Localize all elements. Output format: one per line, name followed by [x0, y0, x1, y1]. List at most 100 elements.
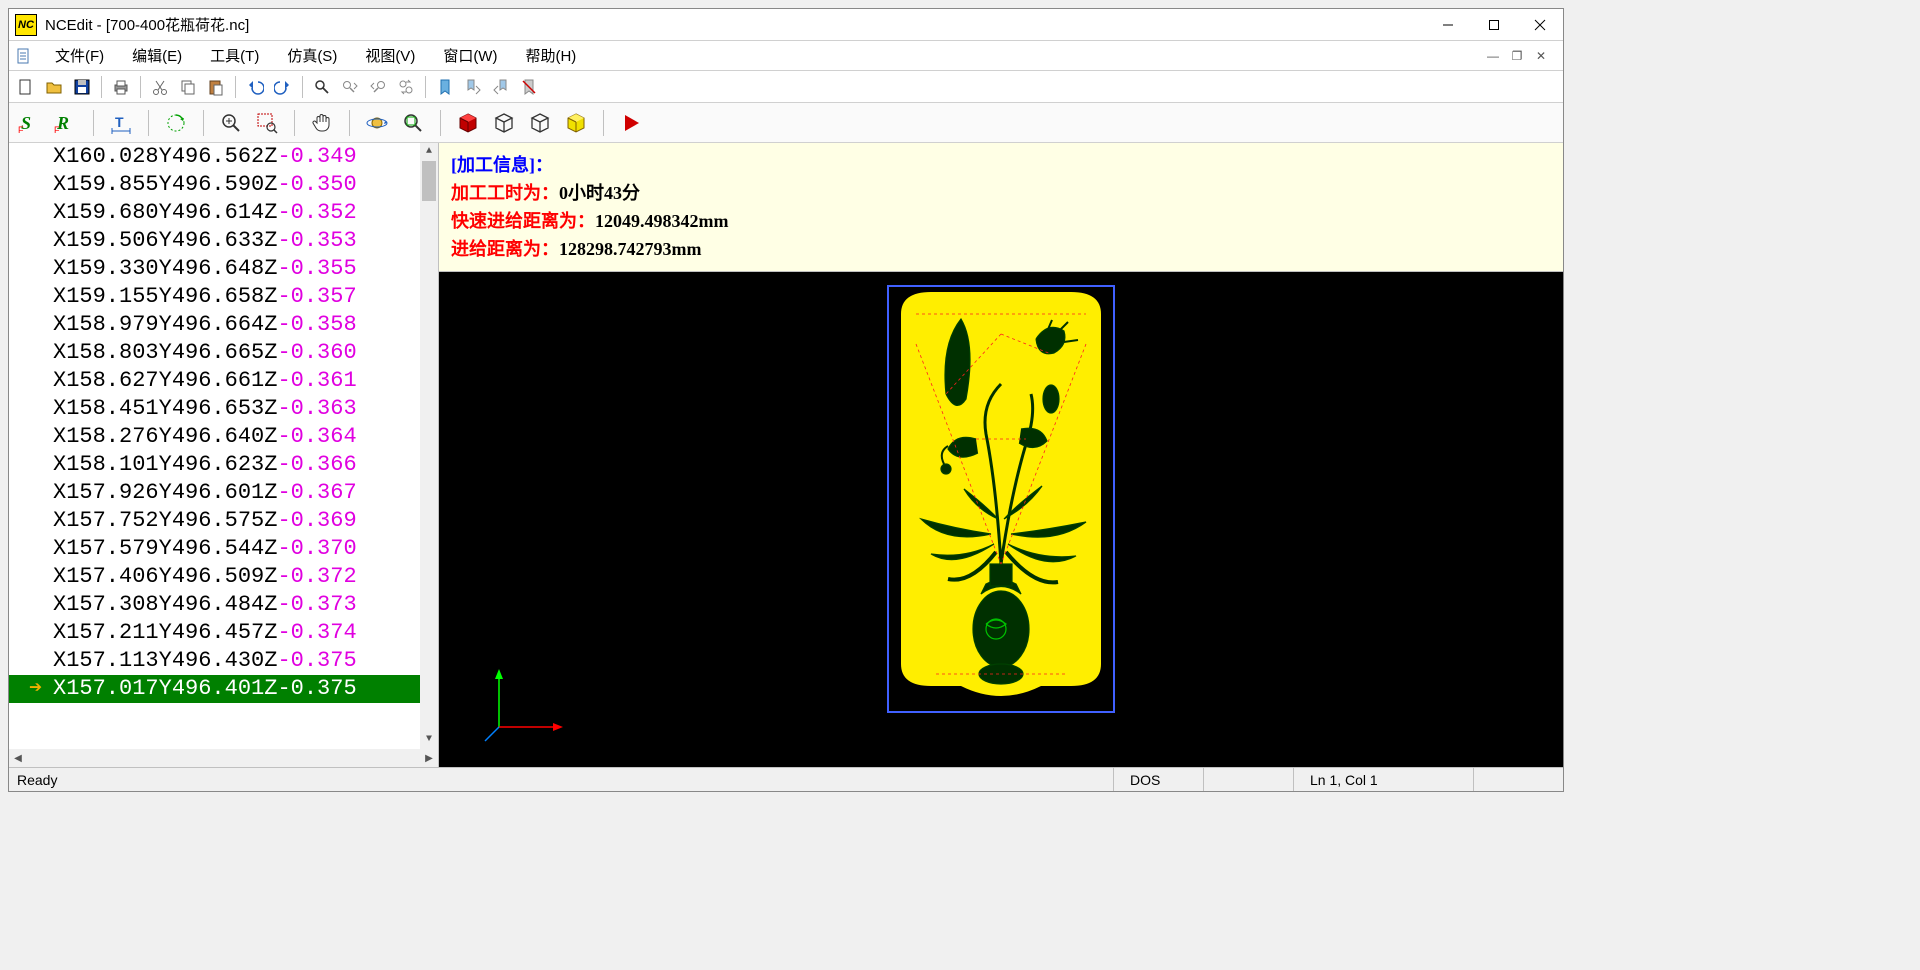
gcode-line[interactable]: X157.113Y496.430Z-0.375 [9, 647, 438, 675]
paste-icon[interactable] [203, 74, 229, 100]
code-pane: X160.028Y496.562Z-0.349X159.855Y496.590Z… [9, 143, 439, 767]
gcode-line[interactable]: X158.979Y496.664Z-0.358 [9, 311, 438, 339]
scroll-thumb[interactable] [422, 161, 436, 201]
refresh-view-icon[interactable] [161, 108, 191, 138]
minimize-button[interactable] [1425, 10, 1471, 40]
status-empty-cell-2 [1473, 768, 1563, 791]
window-controls [1425, 10, 1563, 40]
gcode-line[interactable]: ➔X157.017Y496.401Z-0.375 [9, 675, 438, 703]
gcode-line[interactable]: X158.451Y496.653Z-0.363 [9, 395, 438, 423]
info-rapid-value: 12049.498342mm [595, 211, 729, 231]
gcode-z: -0.364 [277, 424, 356, 449]
print-icon[interactable] [108, 74, 134, 100]
mdi-doc-icon [15, 47, 33, 65]
gcode-line[interactable]: X157.926Y496.601Z-0.367 [9, 479, 438, 507]
mdi-minimize-button[interactable]: — [1483, 47, 1503, 65]
scroll-right-icon[interactable]: ▶ [420, 749, 438, 767]
menu-file[interactable]: 文件(F) [41, 41, 118, 70]
gcode-xy: X157.308Y496.484Z [53, 592, 277, 617]
toolbar-separator [425, 76, 426, 98]
gcode-z: -0.375 [277, 648, 356, 673]
gcode-line[interactable]: X158.276Y496.640Z-0.364 [9, 423, 438, 451]
menu-help[interactable]: 帮助(H) [511, 41, 590, 70]
maximize-button[interactable] [1471, 10, 1517, 40]
gcode-xy: X158.451Y496.653Z [53, 396, 277, 421]
bookmark-next-icon[interactable] [460, 74, 486, 100]
find-prev-icon[interactable] [365, 74, 391, 100]
gcode-xy: X159.506Y496.633Z [53, 228, 277, 253]
gcode-xy: X159.330Y496.648Z [53, 256, 277, 281]
gcode-line[interactable]: X157.579Y496.544Z-0.370 [9, 535, 438, 563]
horizontal-scrollbar[interactable]: ◀ ▶ [9, 749, 438, 767]
gcode-line[interactable]: X157.308Y496.484Z-0.373 [9, 591, 438, 619]
toolbar-separator [140, 76, 141, 98]
3d-viewport[interactable] [439, 272, 1563, 767]
gcode-line[interactable]: X159.330Y496.648Z-0.355 [9, 255, 438, 283]
gcode-line[interactable]: X159.155Y496.658Z-0.357 [9, 283, 438, 311]
axis-gizmo-icon [479, 667, 569, 747]
gcode-list[interactable]: X160.028Y496.562Z-0.349X159.855Y496.590Z… [9, 143, 438, 749]
zoom-region-icon[interactable] [252, 108, 282, 138]
scroll-left-icon[interactable]: ◀ [9, 749, 27, 767]
find-next-icon[interactable] [337, 74, 363, 100]
redo-icon[interactable] [270, 74, 296, 100]
toolbar-separator [440, 110, 441, 136]
s-tool-icon[interactable]: SF [15, 108, 45, 138]
gcode-line[interactable]: X160.028Y496.562Z-0.349 [9, 143, 438, 171]
r-tool-icon[interactable]: RF [51, 108, 81, 138]
gcode-xy: X157.406Y496.509Z [53, 564, 277, 589]
bookmark-toggle-icon[interactable] [432, 74, 458, 100]
replace-icon[interactable] [393, 74, 419, 100]
gcode-line[interactable]: X159.506Y496.633Z-0.353 [9, 227, 438, 255]
scroll-down-icon[interactable]: ▼ [420, 731, 438, 749]
close-button[interactable] [1517, 10, 1563, 40]
gcode-line[interactable]: X157.211Y496.457Z-0.374 [9, 619, 438, 647]
gcode-z: -0.352 [277, 200, 356, 225]
cube-wire1-icon[interactable] [489, 108, 519, 138]
menu-edit[interactable]: 编辑(E) [118, 41, 196, 70]
gcode-xy: X158.627Y496.661Z [53, 368, 277, 393]
save-file-icon[interactable] [69, 74, 95, 100]
undo-icon[interactable] [242, 74, 268, 100]
gcode-line[interactable]: X157.406Y496.509Z-0.372 [9, 563, 438, 591]
bookmark-clear-icon[interactable] [516, 74, 542, 100]
cube-yellow-icon[interactable] [561, 108, 591, 138]
menu-view[interactable]: 视图(V) [351, 41, 429, 70]
open-file-icon[interactable] [41, 74, 67, 100]
gcode-line[interactable]: X158.803Y496.665Z-0.360 [9, 339, 438, 367]
info-time-value: 0小时43分 [559, 183, 640, 203]
mdi-controls: — ❐ ✕ [1483, 47, 1557, 65]
standard-toolbar [9, 71, 1563, 103]
t-measure-icon[interactable]: T [106, 108, 136, 138]
play-icon[interactable] [616, 108, 646, 138]
mdi-close-button[interactable]: ✕ [1531, 47, 1551, 65]
toolbar-separator [302, 76, 303, 98]
gcode-line[interactable]: X158.627Y496.661Z-0.361 [9, 367, 438, 395]
orbit-icon[interactable] [362, 108, 392, 138]
menu-window[interactable]: 窗口(W) [429, 41, 511, 70]
new-file-icon[interactable] [13, 74, 39, 100]
find-icon[interactable] [309, 74, 335, 100]
zoom-fit-icon[interactable] [398, 108, 428, 138]
menu-tool[interactable]: 工具(T) [196, 41, 273, 70]
cube-wire2-icon[interactable] [525, 108, 555, 138]
gcode-xy: X157.113Y496.430Z [53, 648, 277, 673]
cut-icon[interactable] [147, 74, 173, 100]
vertical-scrollbar[interactable]: ▲ ▼ [420, 143, 438, 749]
copy-icon[interactable] [175, 74, 201, 100]
cube-shaded-icon[interactable] [453, 108, 483, 138]
scroll-up-icon[interactable]: ▲ [420, 143, 438, 161]
zoom-in-icon[interactable] [216, 108, 246, 138]
gcode-line[interactable]: X158.101Y496.623Z-0.366 [9, 451, 438, 479]
svg-text:F: F [54, 125, 60, 135]
status-empty-cell [1203, 768, 1293, 791]
menu-sim[interactable]: 仿真(S) [273, 41, 351, 70]
gcode-line[interactable]: X159.855Y496.590Z-0.350 [9, 171, 438, 199]
mdi-restore-button[interactable]: ❐ [1507, 47, 1527, 65]
bookmark-prev-icon[interactable] [488, 74, 514, 100]
gcode-xy: X159.155Y496.658Z [53, 284, 277, 309]
pan-hand-icon[interactable] [307, 108, 337, 138]
gcode-line[interactable]: X159.680Y496.614Z-0.352 [9, 199, 438, 227]
toolbar-separator [349, 110, 350, 136]
gcode-line[interactable]: X157.752Y496.575Z-0.369 [9, 507, 438, 535]
